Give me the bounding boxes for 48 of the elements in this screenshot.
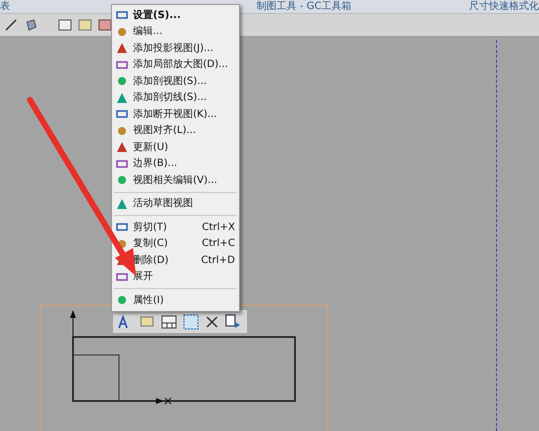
- toolbar-label: 制图工具 - GC工具箱: [256, 2, 352, 12]
- menu-item[interactable]: 添加断开视图(K)...: [112, 106, 239, 122]
- menu-item[interactable]: 属性(I): [112, 292, 239, 308]
- menu-item[interactable]: 设置(S)...: [112, 7, 239, 24]
- menu-item-icon: [116, 42, 128, 54]
- shortcut-label: Ctrl+C: [202, 237, 235, 252]
- menu-item-icon: [116, 26, 128, 38]
- menu-item[interactable]: 活动草图视图: [112, 196, 239, 212]
- menu-item-icon: [116, 58, 128, 71]
- toolbar-label: 尺寸快速格式化: [469, 2, 539, 12]
- table-icon[interactable]: [98, 18, 112, 32]
- image-icon[interactable]: [78, 18, 92, 32]
- menu-item[interactable]: 添加剖切线(S)...: [112, 90, 239, 106]
- inner-square: [72, 354, 120, 402]
- menu-item-icon: [116, 158, 128, 170]
- menu-item-icon: [116, 9, 128, 22]
- view-icon[interactable]: [58, 18, 72, 32]
- menu-item[interactable]: 编辑...: [112, 24, 239, 40]
- menu-item-icon: [116, 294, 128, 306]
- menu-item-icon: [116, 221, 128, 234]
- menu-item[interactable]: 添加投影视图(J)...: [112, 40, 239, 56]
- menu-item[interactable]: 复制(C) Ctrl+C: [112, 236, 239, 252]
- menu-item[interactable]: 边界(B)...: [112, 156, 239, 172]
- shape-icon[interactable]: [24, 18, 38, 32]
- menu-item-icon: [116, 238, 128, 250]
- menu-item-icon: [116, 92, 128, 104]
- toolbar-label: 表: [0, 2, 11, 12]
- menu-item[interactable]: 剪切(T) Ctrl+X: [112, 219, 239, 236]
- dashed-view-icon[interactable]: [183, 314, 199, 330]
- menu-item-icon: [116, 198, 128, 210]
- menu-item[interactable]: 更新(U): [112, 139, 239, 156]
- menu-item-icon: [116, 124, 128, 137]
- line-icon[interactable]: [4, 18, 18, 32]
- menu-item[interactable]: 视图相关编辑(V)...: [112, 172, 239, 188]
- shortcut-label: Ctrl+D: [201, 254, 235, 268]
- menu-item-icon: [116, 174, 128, 186]
- close-icon[interactable]: [205, 314, 219, 328]
- menu-item-icon: [116, 108, 128, 120]
- menu-item[interactable]: 视图对齐(L)...: [112, 122, 239, 139]
- menu-item[interactable]: 添加局部放大图(D)...: [112, 56, 239, 73]
- shortcut-label: Ctrl+X: [202, 220, 235, 235]
- menu-item-icon: [116, 75, 128, 88]
- view-icon[interactable]: [161, 314, 177, 330]
- menu-item[interactable]: 添加剖视图(S)...: [112, 73, 239, 90]
- info-icon[interactable]: [225, 314, 241, 330]
- menu-item-icon: [116, 270, 128, 283]
- menu-item-icon: [116, 141, 128, 154]
- edit-icon[interactable]: [139, 314, 155, 330]
